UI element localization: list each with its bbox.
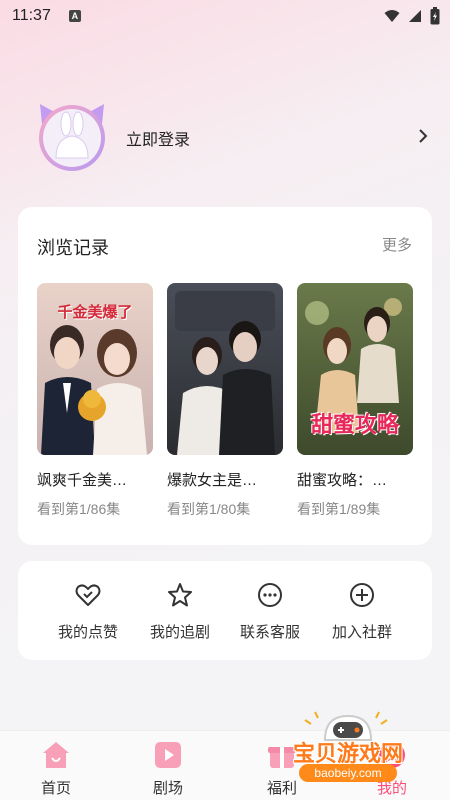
history-item[interactable]: 甜蜜攻略 甜蜜攻略：… 看到第1/89集 [297,283,413,519]
drama-progress: 看到第1/86集 [37,501,121,517]
status-bar: 11:37 A [0,0,450,32]
drama-title: 甜蜜攻略：… [297,472,388,489]
drama-poster[interactable] [167,283,283,455]
action-likes[interactable]: 我的点赞 [44,581,132,645]
theater-play-icon [155,742,181,768]
history-more-link[interactable]: 更多 [382,234,412,255]
login-row[interactable]: 立即登录 [36,102,436,172]
action-join-community[interactable]: 加入社群 [318,581,406,645]
history-item[interactable]: 爆款女主是… 看到第1/80集 [167,283,283,519]
notification-icon: A [68,10,81,22]
action-label: 我的点赞 [57,624,118,641]
login-label[interactable]: 立即登录 [126,126,190,150]
nav-item-theater[interactable]: 剧场 [138,739,198,798]
quick-actions-card: 我的点赞 我的追剧 联系客服 加入社群 [18,561,432,660]
nav-label: 首页 [40,780,71,797]
action-label: 联系客服 [239,624,300,641]
avatar[interactable] [36,102,108,172]
history-item[interactable]: 千金美爆了 飒爽千金美… 看到第1/86集 [37,283,153,519]
poster-title-art: 千金美爆了 [57,304,133,321]
wifi-icon [384,10,400,22]
history-title: 浏览记录 [37,238,109,258]
chevron-right-icon[interactable] [416,126,430,146]
signal-icon [409,10,421,22]
action-customer-service[interactable]: 联系客服 [226,581,314,645]
drama-title: 爆款女主是… [167,472,258,489]
watermark-url: baobeiy.com [299,764,397,782]
nav-label: 剧场 [152,780,183,797]
status-indicators [384,7,440,25]
drama-progress: 看到第1/89集 [297,501,381,517]
drama-title: 飒爽千金美… [37,472,128,489]
status-time: 11:37 [12,7,51,24]
drama-progress: 看到第1/80集 [167,501,251,517]
heart-check-icon [75,584,101,606]
action-following[interactable]: 我的追剧 [136,581,224,645]
action-label: 加入社群 [331,624,392,641]
star-icon [168,583,192,607]
home-icon [43,742,69,768]
drama-poster[interactable]: 千金美爆了 [37,283,153,455]
history-card: 浏览记录 更多 千金美爆了 飒爽千金美… 看到第1/86集 爆款女主是… 看到第… [18,207,432,545]
battery-icon [430,7,440,25]
drama-poster[interactable]: 甜蜜攻略 [297,283,413,455]
chat-bubble-icon [258,583,282,607]
action-label: 我的追剧 [149,624,210,641]
nav-item-home[interactable]: 首页 [26,739,86,798]
plus-circle-icon [350,583,374,607]
poster-title-art: 甜蜜攻略 [310,412,399,437]
watermark-logo: 宝贝游戏网 baobeiy.com [275,706,421,794]
